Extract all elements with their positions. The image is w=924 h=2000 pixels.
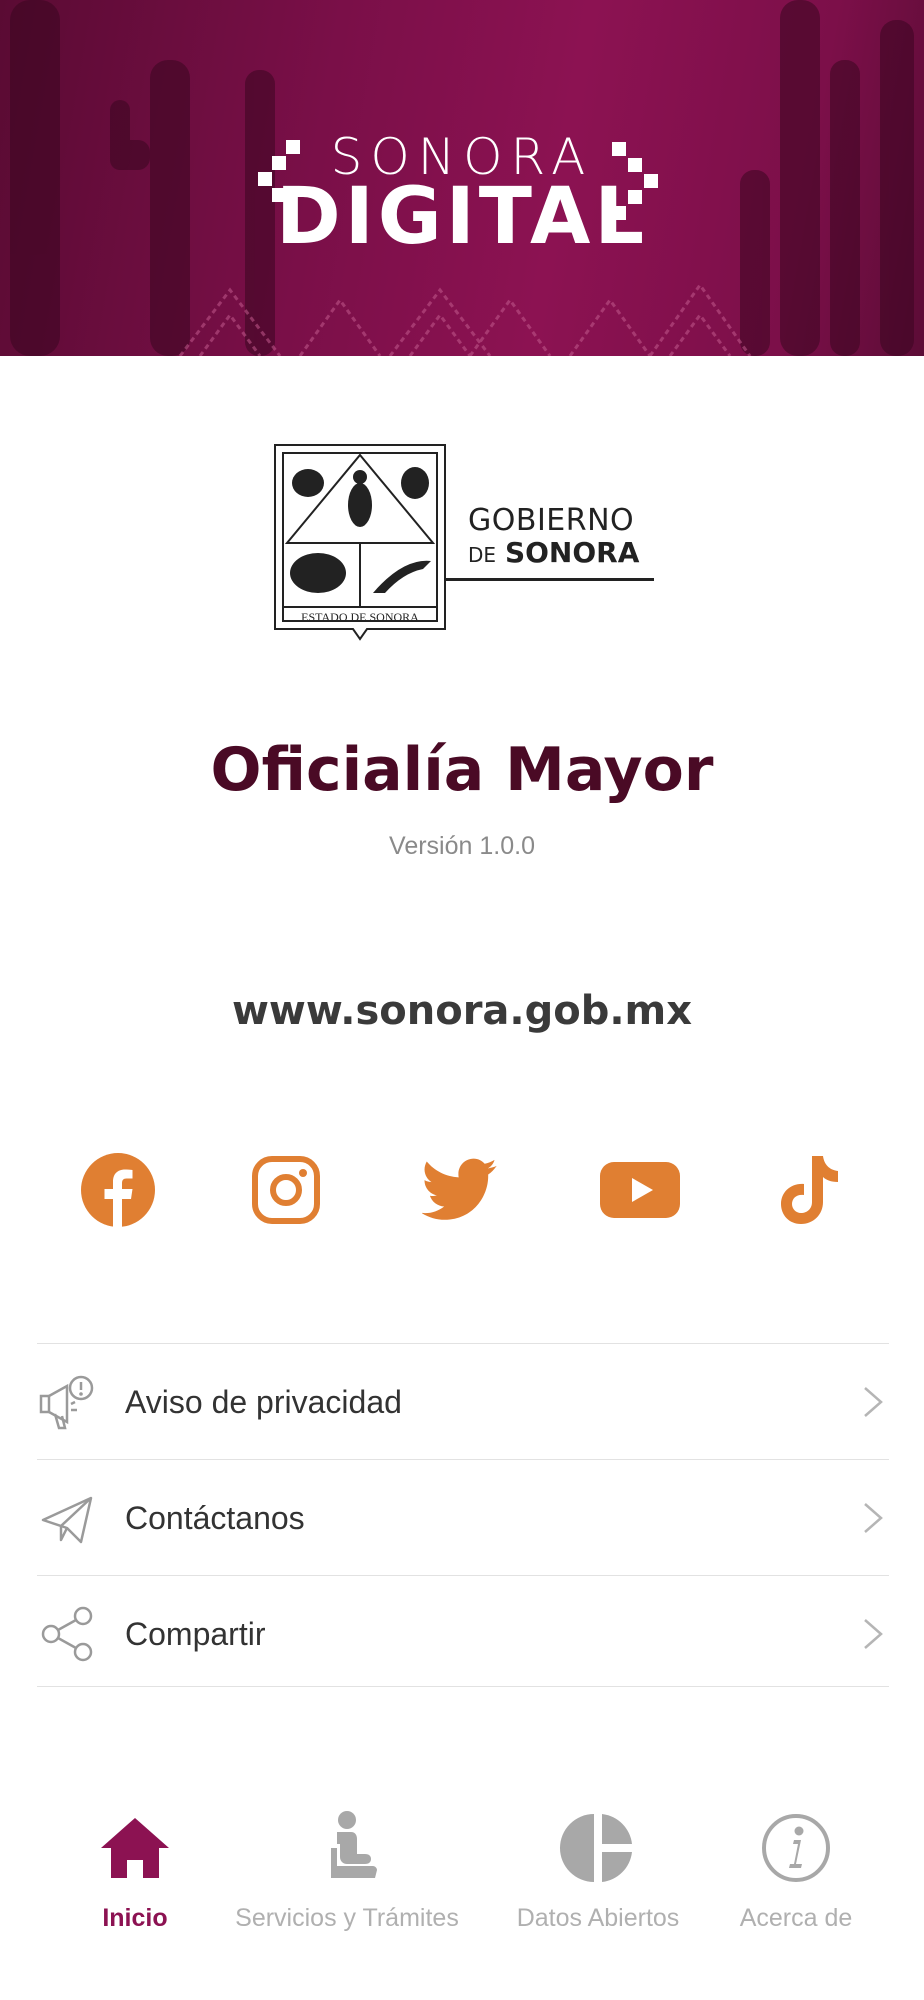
megaphone-icon <box>39 1375 94 1430</box>
info-icon <box>762 1814 830 1882</box>
website-link[interactable]: www.sonora.gob.mx <box>0 988 924 1034</box>
menu-item-privacy[interactable]: Aviso de privacidad <box>37 1343 889 1459</box>
home-icon <box>101 1818 169 1878</box>
page-title: Oficialía Mayor <box>210 735 714 805</box>
nav-inicio[interactable]: Inicio <box>70 1780 200 1940</box>
bottom-navigation: Inicio Servicios y Trámites Datos Abiert… <box>0 1780 924 1940</box>
seal-caption: ESTADO DE SONORA <box>301 610 419 624</box>
social-links <box>0 1150 924 1230</box>
pie-chart-icon <box>559 1814 632 1882</box>
nav-label-inicio: Inicio <box>102 1904 168 1932</box>
menu-label-contact: Contáctanos <box>125 1500 305 1536</box>
youtube-icon[interactable] <box>600 1150 680 1230</box>
service-person-icon <box>331 1811 377 1878</box>
nav-label-servicios: Servicios y Trámites <box>235 1904 459 1932</box>
nav-datos-abiertos[interactable]: Datos Abiertos <box>500 1780 696 1940</box>
nav-servicios[interactable]: Servicios y Trámites <box>222 1780 472 1940</box>
nav-label-acerca: Acerca de <box>739 1904 853 1932</box>
de-prefix: DE <box>468 543 497 567</box>
paper-plane-icon <box>41 1496 93 1544</box>
chevron-right-icon <box>864 1503 883 1533</box>
chevron-right-icon <box>864 1619 883 1649</box>
instagram-icon[interactable] <box>246 1150 326 1230</box>
header-banner: SONORA DIGITAL <box>0 0 924 356</box>
twitter-icon[interactable] <box>420 1150 500 1230</box>
menu-label-share: Compartir <box>125 1616 266 1652</box>
share-icon <box>41 1606 93 1662</box>
menu-label-privacy: Aviso de privacidad <box>125 1384 402 1420</box>
version-text: Versión 1.0.0 <box>389 832 535 860</box>
facebook-icon[interactable] <box>78 1150 158 1230</box>
menu-item-share[interactable]: Compartir <box>37 1575 889 1687</box>
nav-acerca-de[interactable]: Acerca de <box>716 1780 876 1940</box>
settings-menu: Aviso de privacidad Contáctanos Comparti… <box>37 1343 889 1687</box>
gobierno-text: GOBIERNO <box>468 503 635 538</box>
logo-digital-text: DIGITAL <box>275 172 649 262</box>
menu-item-contact[interactable]: Contáctanos <box>37 1459 889 1575</box>
state-seal-icon: ESTADO DE SONORA <box>274 444 446 641</box>
de-sonora-text: DE SONORA <box>468 536 639 569</box>
tiktok-icon[interactable] <box>770 1150 850 1230</box>
nav-label-datos: Datos Abiertos <box>516 1904 680 1932</box>
chevron-right-icon <box>864 1387 883 1417</box>
sonora-word: SONORA <box>504 536 640 569</box>
gobierno-divider <box>446 578 654 581</box>
